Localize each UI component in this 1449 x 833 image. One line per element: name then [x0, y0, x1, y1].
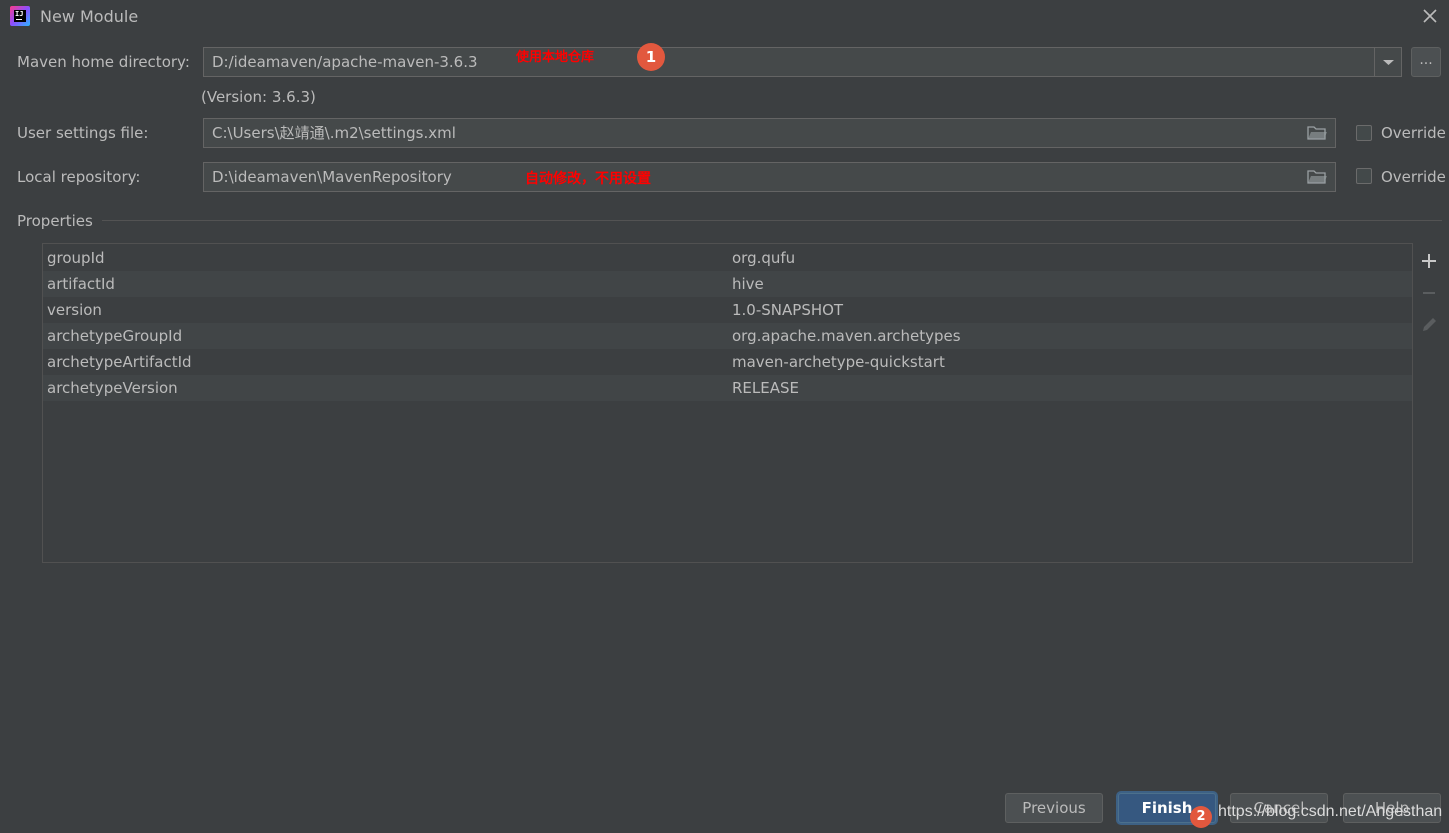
user-settings-value: C:\Users\赵靖通\.m2\settings.xml	[212, 124, 456, 142]
intellij-idea-icon: IJ	[10, 6, 30, 26]
maven-version-text: (Version: 3.6.3)	[201, 88, 316, 106]
local-repo-override-label: Override	[1381, 168, 1446, 186]
user-settings-label: User settings file:	[17, 124, 149, 142]
local-repo-value: D:\ideamaven\MavenRepository	[212, 168, 452, 186]
watermark-text: https://blog.csdn.net/Angesthan	[1218, 803, 1443, 820]
table-row[interactable]: archetypeGroupId org.apache.maven.archet…	[43, 323, 1412, 349]
annotation-auto-modify: 自动修改，不用设置	[525, 171, 651, 187]
table-row[interactable]: artifactId hive	[43, 271, 1412, 297]
property-key: archetypeVersion	[47, 379, 178, 397]
maven-home-label: Maven home directory:	[17, 53, 190, 71]
folder-icon[interactable]	[1307, 169, 1327, 185]
local-repo-override-checkbox[interactable]	[1356, 168, 1372, 184]
property-value: org.apache.maven.archetypes	[732, 327, 961, 345]
maven-home-value: D:/ideamaven/apache-maven-3.6.3	[212, 53, 478, 71]
table-row[interactable]: archetypeVersion RELEASE	[43, 375, 1412, 401]
property-value: 1.0-SNAPSHOT	[732, 301, 844, 319]
new-module-dialog: IJ New Module Maven home directory: D:/i…	[0, 0, 1449, 833]
title-bar: IJ New Module	[0, 0, 1449, 34]
step-badge-1: 1	[637, 43, 665, 71]
minus-icon[interactable]	[1418, 282, 1440, 304]
user-settings-override-checkbox[interactable]	[1356, 125, 1372, 141]
property-value: maven-archetype-quickstart	[732, 353, 945, 371]
pencil-icon[interactable]	[1418, 314, 1440, 336]
previous-button[interactable]: Previous	[1005, 793, 1103, 823]
local-repo-label: Local repository:	[17, 168, 141, 186]
maven-home-browse-button[interactable]: ...	[1411, 47, 1441, 77]
property-key: archetypeGroupId	[47, 327, 183, 345]
plus-icon[interactable]	[1418, 250, 1440, 272]
maven-home-combobox[interactable]: D:/ideamaven/apache-maven-3.6.3	[203, 47, 1402, 77]
properties-toolbar	[1414, 243, 1444, 563]
table-row[interactable]: groupId org.qufu	[43, 245, 1412, 271]
properties-section-title: Properties	[17, 212, 93, 230]
step-badge-2: 2	[1190, 806, 1212, 828]
user-settings-field[interactable]: C:\Users\赵靖通\.m2\settings.xml	[203, 118, 1336, 148]
table-row[interactable]: version 1.0-SNAPSHOT	[43, 297, 1412, 323]
property-value: org.qufu	[732, 249, 796, 267]
property-key: artifactId	[47, 275, 115, 293]
property-key: groupId	[47, 249, 105, 267]
property-value: RELEASE	[732, 379, 799, 397]
property-key: archetypeArtifactId	[47, 353, 192, 371]
properties-table[interactable]: groupId org.qufu artifactId hive version…	[42, 243, 1413, 563]
maven-home-dropdown-button[interactable]	[1374, 48, 1401, 76]
table-row[interactable]: archetypeArtifactId maven-archetype-quic…	[43, 349, 1412, 375]
section-divider	[102, 220, 1442, 221]
folder-icon[interactable]	[1307, 125, 1327, 141]
user-settings-override-label: Override	[1381, 124, 1446, 142]
property-key: version	[47, 301, 102, 319]
close-icon[interactable]	[1418, 4, 1442, 28]
window-title: New Module	[40, 7, 139, 26]
local-repo-field[interactable]: D:\ideamaven\MavenRepository	[203, 162, 1336, 192]
property-value: hive	[732, 275, 764, 293]
chevron-down-icon	[1383, 60, 1394, 65]
annotation-use-local-repo: 使用本地仓库	[516, 50, 595, 65]
